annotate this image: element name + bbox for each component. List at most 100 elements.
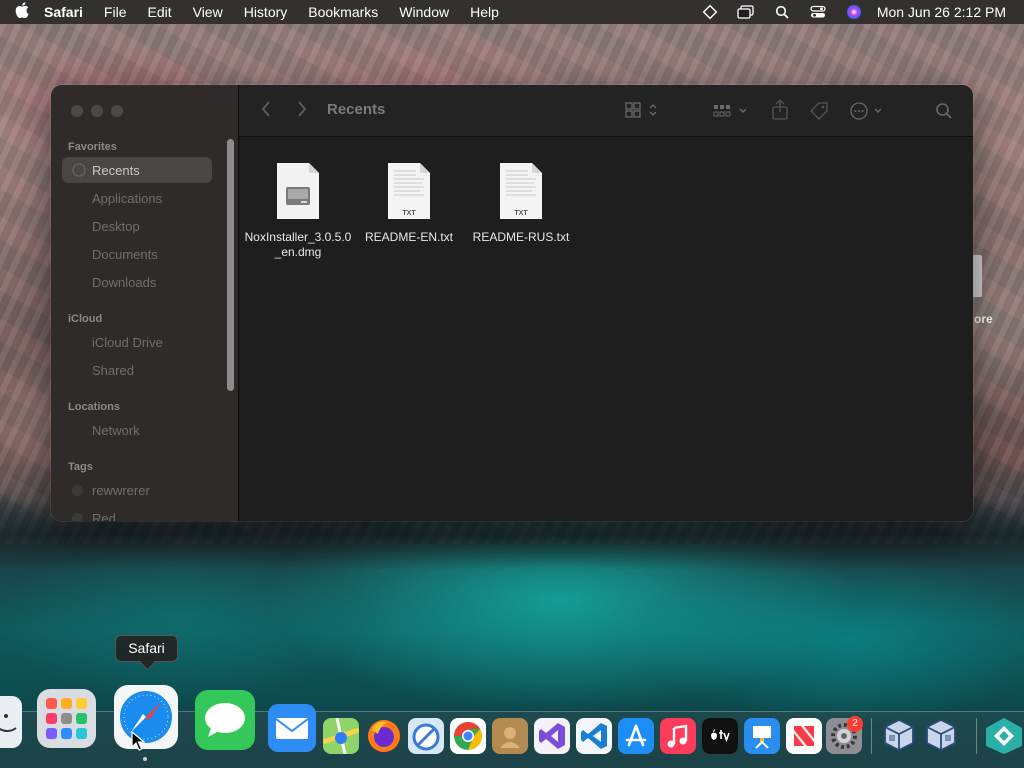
menu-bar: Safari File Edit View History Bookmarks … (0, 0, 1024, 24)
download-icon (72, 275, 86, 289)
minimize-window-button[interactable] (91, 105, 103, 117)
dock-tooltip: Safari (115, 635, 178, 662)
file-item-readme-en[interactable]: TXT README-EN.txt (353, 161, 465, 245)
forward-chevron-icon[interactable] (297, 100, 307, 123)
dock-messages-icon[interactable] (195, 690, 255, 750)
cloud-icon (72, 335, 86, 349)
dock-mail-icon[interactable] (268, 704, 316, 752)
sidebar-item-shared[interactable]: Shared (62, 357, 212, 383)
sidebar-scrollbar[interactable] (227, 139, 234, 391)
sidebar-item-downloads[interactable]: Downloads (62, 269, 212, 295)
file-name: NoxInstaller_3.0.5.0_en.dmg (244, 230, 352, 259)
dock-firefox-icon[interactable] (366, 718, 402, 754)
sidebar-header-icloud: iCloud (68, 313, 103, 325)
file-type-badge: TXT (514, 210, 528, 217)
network-icon (72, 423, 86, 437)
zoom-window-button[interactable] (111, 105, 123, 117)
dock-contacts-icon[interactable] (492, 718, 528, 754)
menu-clock[interactable]: Mon Jun 26 2:12 PM (877, 4, 1006, 20)
desktop-icon-label-partial: ore (974, 312, 993, 326)
applications-icon (72, 191, 86, 205)
sidebar-item-documents[interactable]: Documents (62, 241, 212, 267)
menu-window[interactable]: Window (399, 0, 449, 24)
menu-view[interactable]: View (193, 0, 223, 24)
sidebar-item-desktop[interactable]: Desktop (62, 213, 212, 239)
sidebar-item-label: Downloads (92, 274, 157, 290)
sidebar-header-tags: Tags (68, 461, 93, 473)
dock-separator (976, 718, 977, 754)
sidebar-item-label: iCloud Drive (92, 334, 163, 350)
tag-dot-icon (72, 512, 83, 521)
vpn-diamond-icon[interactable] (701, 4, 719, 20)
disk-image-icon (275, 161, 321, 221)
finder-sidebar: Favorites Recents Applications Desktop D… (51, 85, 239, 521)
dock-separator (871, 718, 872, 754)
dock-keynote-icon[interactable] (744, 718, 780, 754)
dock-app-store-icon[interactable] (618, 718, 654, 754)
menu-app-name[interactable]: Safari (44, 0, 83, 24)
group-by-icon[interactable] (713, 103, 749, 123)
menu-help[interactable]: Help (470, 0, 499, 24)
sidebar-item-icloud-drive[interactable]: iCloud Drive (62, 329, 212, 355)
sidebar-item-network[interactable]: Network (62, 417, 212, 443)
finder-window: Favorites Recents Applications Desktop D… (51, 85, 973, 521)
dock-maps-icon[interactable] (323, 718, 359, 754)
sidebar-tag-rewwrerer[interactable]: rewwrerer (62, 477, 212, 503)
dock-nox-icon[interactable] (984, 716, 1024, 756)
dock-finder-icon[interactable] (0, 696, 22, 748)
search-icon[interactable] (935, 102, 953, 125)
dock-news-icon[interactable] (786, 718, 822, 754)
more-actions-icon[interactable] (849, 101, 887, 126)
file-name: README-EN.txt (364, 230, 453, 244)
sidebar-item-recents[interactable]: Recents (62, 157, 212, 183)
apple-menu-icon[interactable] (0, 2, 44, 22)
spotlight-search-icon[interactable] (773, 5, 791, 19)
dock-vscode-icon[interactable] (576, 718, 612, 754)
clock-icon (72, 163, 86, 177)
tag-icon[interactable] (809, 101, 829, 126)
sidebar-item-label: Recents (92, 162, 140, 178)
dock-virtualbox-icon[interactable] (880, 716, 918, 754)
sidebar-header-locations: Locations (68, 401, 120, 413)
window-controls (71, 105, 131, 117)
sidebar-item-label: Shared (92, 362, 134, 378)
shared-folder-icon (72, 363, 86, 377)
dock-music-icon[interactable] (660, 718, 696, 754)
sidebar-header-favorites: Favorites (68, 141, 117, 153)
sidebar-item-label: rewwrerer (92, 482, 150, 498)
sidebar-item-label: Documents (92, 246, 158, 262)
dock-no-entry-app-icon[interactable] (408, 718, 444, 754)
screen-mirroring-icon[interactable] (737, 5, 755, 19)
notification-badge: 2 (847, 716, 863, 732)
sidebar-tag-red[interactable]: Red (62, 505, 212, 521)
dock-safari-icon[interactable] (113, 684, 179, 750)
siri-icon[interactable] (845, 5, 863, 19)
dock-virtualbox-vm-icon[interactable] (922, 716, 960, 754)
dock-chrome-icon[interactable] (450, 718, 486, 754)
menu-bookmarks[interactable]: Bookmarks (308, 0, 378, 24)
dock-launchpad-icon[interactable] (36, 688, 97, 749)
dock-visual-studio-icon[interactable] (534, 718, 570, 754)
share-icon[interactable] (771, 99, 789, 126)
file-item-dmg[interactable]: NoxInstaller_3.0.5.0_en.dmg (242, 161, 354, 260)
file-item-readme-rus[interactable]: TXT README-RUS.txt (465, 161, 577, 245)
icon-view-grid-icon[interactable] (625, 102, 659, 123)
close-window-button[interactable] (71, 105, 83, 117)
dock-apple-tv-icon[interactable] (702, 718, 738, 754)
back-chevron-icon[interactable] (261, 100, 271, 123)
menu-file[interactable]: File (104, 0, 127, 24)
window-title: Recents (327, 101, 386, 118)
file-type-badge: TXT (402, 210, 416, 217)
desktop-icon-partial[interactable] (972, 255, 982, 297)
menu-edit[interactable]: Edit (147, 0, 171, 24)
text-file-icon: TXT (386, 161, 432, 221)
menu-history[interactable]: History (244, 0, 288, 24)
desktop-icon (72, 219, 86, 233)
finder-content: Recents NoxInstaller_3.0.5.0_en.dmg TXT … (239, 85, 973, 521)
sidebar-item-applications[interactable]: Applications (62, 185, 212, 211)
sidebar-item-label: Desktop (92, 218, 140, 234)
document-icon (72, 247, 86, 261)
control-center-icon[interactable] (809, 5, 827, 19)
file-name: README-RUS.txt (472, 230, 570, 244)
sidebar-item-label: Red (92, 510, 116, 522)
